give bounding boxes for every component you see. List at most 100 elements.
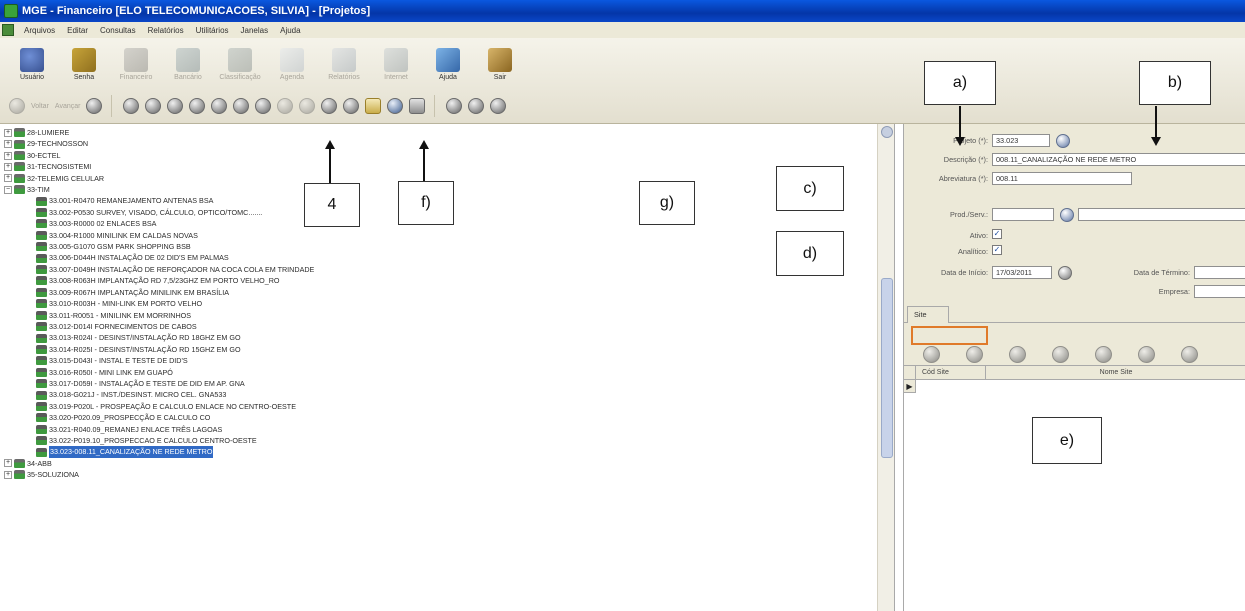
senha-button[interactable]: Senha bbox=[60, 44, 108, 88]
insert-record-icon[interactable] bbox=[211, 98, 228, 114]
tree-item-project[interactable]: 33.009-R067H IMPLANTAÇÃO MINILINK EM BRA… bbox=[4, 287, 864, 298]
financeiro-button[interactable]: Financeiro bbox=[112, 44, 160, 88]
tree-item-project[interactable]: 33.018-G021J - INST./DESINST. MICRO CEL.… bbox=[4, 389, 864, 400]
classificacao-button[interactable]: Classificação bbox=[216, 44, 264, 88]
last-record-icon[interactable] bbox=[189, 98, 206, 114]
site-first-icon[interactable] bbox=[923, 346, 940, 363]
back-label[interactable]: Voltar bbox=[31, 103, 49, 110]
ajuda-button[interactable]: Ajuda bbox=[424, 44, 472, 88]
tree-item-project[interactable]: 33.017-D059I - INSTALAÇÃO E TESTE DE DID… bbox=[4, 378, 864, 389]
site-insert-icon[interactable] bbox=[1095, 346, 1112, 363]
menu-editar[interactable]: Editar bbox=[61, 26, 94, 35]
abreviatura-field[interactable]: 008.11 bbox=[992, 172, 1132, 185]
expand-icon[interactable]: + bbox=[4, 140, 12, 149]
usuario-button[interactable]: Usuário bbox=[8, 44, 56, 88]
tree-item-project[interactable]: 33.005-G1070 GSM PARK SHOPPING BSB bbox=[4, 241, 864, 252]
calendar-icon[interactable] bbox=[1058, 266, 1072, 280]
menu-utilitarios[interactable]: Utilitários bbox=[190, 26, 235, 35]
tree-item-project[interactable]: 33.015-D043I - INSTAL E TESTE DE DID'S bbox=[4, 355, 864, 366]
prodserv-description-field[interactable] bbox=[1078, 208, 1245, 221]
projeto-lookup-icon[interactable] bbox=[1056, 134, 1070, 148]
tab-site[interactable]: Site bbox=[907, 306, 949, 323]
menu-consultas[interactable]: Consultas bbox=[94, 26, 142, 35]
site-next-icon[interactable] bbox=[1009, 346, 1026, 363]
tree-item-project[interactable]: 33.007-D049H INSTALAÇÃO DE REFORÇADOR NA… bbox=[4, 264, 864, 275]
window-menu-icon[interactable] bbox=[2, 24, 14, 36]
site-delete-icon[interactable] bbox=[1138, 346, 1155, 363]
tree-item-project[interactable]: 33.021-R040.09_REMANEJ ENLACE TRÊS LAGOA… bbox=[4, 424, 864, 435]
export-icon[interactable] bbox=[468, 98, 485, 114]
expand-icon[interactable]: + bbox=[4, 459, 12, 468]
edit-record-icon[interactable] bbox=[255, 98, 272, 114]
agenda-button[interactable]: Agenda bbox=[268, 44, 316, 88]
analitico-checkbox[interactable]: ✓ bbox=[992, 245, 1002, 255]
tree-item-project[interactable]: 33.023-008.11_CANALIZAÇÃO NE REDE METRO bbox=[4, 446, 864, 458]
tree-item-project[interactable]: 33.004-R1000 MINILINK EM CALDAS NOVAS bbox=[4, 230, 864, 241]
expand-icon[interactable]: + bbox=[4, 470, 12, 479]
site-previous-icon[interactable] bbox=[966, 346, 983, 363]
first-record-icon[interactable] bbox=[123, 98, 140, 114]
next-record-icon[interactable] bbox=[167, 98, 184, 114]
tree-item-project[interactable]: 33.016-R050I - MINI LINK EM GUAPÓ bbox=[4, 367, 864, 378]
print-icon[interactable] bbox=[409, 98, 426, 114]
tree-item-client[interactable]: +29-TECHNOSSON bbox=[4, 138, 864, 149]
search-icon[interactable] bbox=[387, 98, 404, 114]
menu-arquivos[interactable]: Arquivos bbox=[18, 26, 61, 35]
post-record-icon[interactable] bbox=[277, 98, 294, 114]
previous-record-icon[interactable] bbox=[145, 98, 162, 114]
site-last-icon[interactable] bbox=[1052, 346, 1069, 363]
expand-icon[interactable]: + bbox=[4, 128, 12, 137]
expand-icon[interactable]: + bbox=[4, 174, 12, 183]
tree-item-project[interactable]: 33.022-P019.10_PROSPECCAO E CALCULO CENT… bbox=[4, 435, 864, 446]
settings-icon[interactable] bbox=[490, 98, 507, 114]
bancario-button[interactable]: Bancário bbox=[164, 44, 212, 88]
col-cod-site[interactable]: Cód Site bbox=[916, 366, 986, 380]
document-list-icon[interactable] bbox=[365, 98, 382, 114]
ativo-checkbox[interactable]: ✓ bbox=[992, 229, 1002, 239]
forward-label[interactable]: Avançar bbox=[55, 103, 81, 110]
collapse-icon[interactable]: − bbox=[4, 185, 12, 194]
tree-item-project[interactable]: 33.020-P020.09_PROSPECÇÃO E CALCULO CO bbox=[4, 412, 864, 423]
cancel-record-icon[interactable] bbox=[299, 98, 316, 114]
tree-item-project[interactable]: 33.006-D044H INSTALAÇÃO DE 02 DID'S EM P… bbox=[4, 252, 864, 263]
site-edit-icon[interactable] bbox=[1181, 346, 1198, 363]
expand-icon[interactable]: + bbox=[4, 151, 12, 160]
refresh-icon[interactable] bbox=[321, 98, 338, 114]
tree-item-client[interactable]: +30-ECTEL bbox=[4, 150, 864, 161]
prodserv-lookup-icon[interactable] bbox=[1060, 208, 1074, 222]
prodserv-code-field[interactable] bbox=[992, 208, 1054, 221]
tree-item-client[interactable]: +35-SOLUZIONA bbox=[4, 469, 864, 480]
tree-item-client[interactable]: +31-TECNOSISTEMI bbox=[4, 161, 864, 172]
scroll-thumb[interactable] bbox=[881, 278, 893, 458]
tree-item-project[interactable]: 33.019-P020L - PROSPEAÇÃO E CALCULO ENLA… bbox=[4, 401, 864, 412]
tree-item-project[interactable]: 33.008-R063H IMPLANTAÇÃO RD 7,5/23GHZ EM… bbox=[4, 275, 864, 286]
relatorios-button[interactable]: Relatórios bbox=[320, 44, 368, 88]
back-icon[interactable] bbox=[9, 98, 25, 114]
tree-item-project[interactable]: 33.010-R003H - MINI-LINK EM PORTO VELHO bbox=[4, 298, 864, 309]
tree-item-client[interactable]: +34-ABB bbox=[4, 458, 864, 469]
internet-button[interactable]: Internet bbox=[372, 44, 420, 88]
filter-icon[interactable] bbox=[343, 98, 360, 114]
data-termino-field[interactable] bbox=[1194, 266, 1245, 279]
tree-item-client[interactable]: +28-LUMIERE bbox=[4, 127, 864, 138]
tree-item-project[interactable]: 33.012-D014I FORNECIMENTOS DE CABOS bbox=[4, 321, 864, 332]
data-inicio-field[interactable]: 17/03/2011 bbox=[992, 266, 1052, 279]
menu-relatorios[interactable]: Relatórios bbox=[142, 26, 190, 35]
attach-icon[interactable] bbox=[446, 98, 463, 114]
sair-button[interactable]: Sair bbox=[476, 44, 524, 88]
data-termino-label: Data de Término: bbox=[1133, 268, 1190, 277]
delete-record-icon[interactable] bbox=[233, 98, 250, 114]
empresa-field[interactable] bbox=[1194, 285, 1245, 298]
col-nome-site[interactable]: Nome Site bbox=[986, 366, 1245, 380]
menu-ajuda[interactable]: Ajuda bbox=[274, 26, 306, 35]
expand-icon[interactable]: + bbox=[4, 162, 12, 171]
descricao-field[interactable]: 008.11_CANALIZAÇÃO NE REDE METRO bbox=[992, 153, 1245, 166]
tree-item-project[interactable]: 33.014-R025I - DESINST/INSTALAÇÃO RD 15G… bbox=[4, 344, 864, 355]
forward-icon[interactable] bbox=[86, 98, 103, 114]
menu-janelas[interactable]: Janelas bbox=[235, 26, 275, 35]
tree-item-project[interactable]: 33.011-R0051 - MINILINK EM MORRINHOS bbox=[4, 310, 864, 321]
scroll-up-icon[interactable] bbox=[881, 126, 893, 138]
tree-item-project[interactable]: 33.013-R024I - DESINST/INSTALAÇÃO RD 18G… bbox=[4, 332, 864, 343]
projeto-field[interactable]: 33.023 bbox=[992, 134, 1050, 147]
tree-scrollbar[interactable] bbox=[877, 124, 894, 611]
